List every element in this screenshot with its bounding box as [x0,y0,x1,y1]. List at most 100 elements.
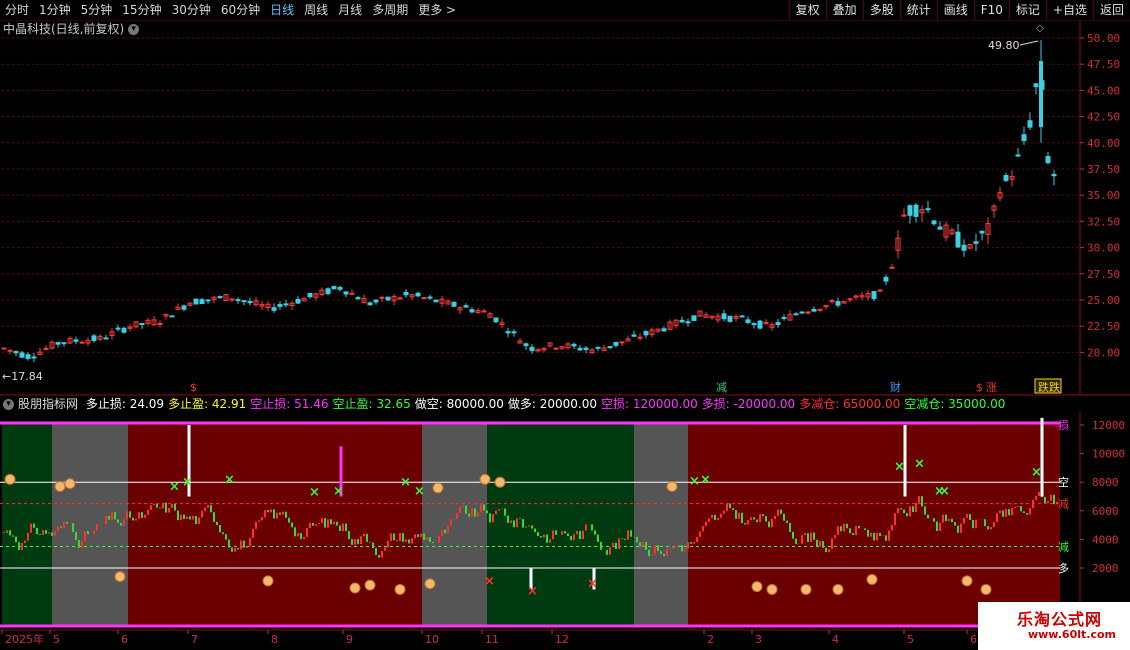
indicator-param: 空损: 120000.00 [600,397,698,411]
watermark-url: www.60lt.com [1027,628,1116,641]
candle-body [955,231,961,248]
watermark-title: 乐淘公式网 [1016,610,1102,629]
close-mark-icon: × [939,484,950,499]
candle-body [451,301,457,307]
candle-body [847,298,853,301]
date-tick-label: 2025年 [5,632,44,646]
candle-body [643,331,649,336]
high-price-label: 49.80 [988,39,1020,52]
candle-body [1039,61,1043,128]
candle-body [817,308,823,311]
candle-body [529,346,535,352]
candle-body [679,319,685,323]
candle-body [1027,120,1033,128]
date-tick-label: 11 [485,633,499,646]
candle-body [199,299,205,305]
price-tick-label: 20.00 [1087,346,1120,359]
candle-body [799,311,805,314]
zone-label: 多 [1058,561,1069,575]
indicator-zone [688,422,1060,626]
candle-body [421,297,427,300]
close-mark-icon: × [309,485,320,500]
candle-body [553,347,559,350]
candle-body [325,288,331,295]
event-marker: 财 [890,380,901,394]
date-tick-label: 3 [755,633,762,646]
candle-body [115,327,121,330]
indicator-zone [2,422,52,626]
candle-body [25,354,31,359]
hand-pointer-icon [64,478,76,490]
hand-pointer-icon [479,473,491,485]
candle-body [751,323,757,326]
candle-body [685,321,691,324]
hand-pointer-icon [800,583,812,595]
candle-body [745,319,751,324]
hand-pointer-icon [666,480,678,492]
candle-body [367,302,373,306]
candle-body [925,208,931,211]
candle-body [931,220,937,225]
candle-body [355,297,361,300]
close-mark-icon: × [1031,465,1042,480]
date-tick-label: 4 [832,633,839,646]
candle-body [1051,173,1057,177]
price-tick-label: 30.00 [1087,242,1120,255]
candle-body [157,322,163,325]
hand-pointer-icon [866,573,878,585]
candle-body [121,327,127,333]
price-tick-label: 27.50 [1087,268,1120,281]
candle-body [469,309,475,313]
indicator-param: 做多: 20000.00 [507,397,597,411]
candle-body [595,346,601,349]
close-mark-icon: × [700,472,711,487]
candle-body [43,347,49,350]
candle-body [91,335,97,342]
candle-body [661,328,667,332]
candle-body [13,351,19,354]
indicator-tick-label: 2000 [1092,562,1119,575]
hand-pointer-icon [394,583,406,595]
stop-mark-icon: × [484,574,495,589]
indicator-param: 做空: 80000.00 [414,397,504,411]
candle-body [1045,155,1051,164]
date-tick-label: 9 [346,633,353,646]
candle-body [811,308,817,312]
chevron-down-icon[interactable]: ▾ [3,399,14,410]
date-tick-label: 10 [425,633,439,646]
candle-body [31,356,37,359]
candle-body [523,343,529,347]
date-tick-label: 2 [707,633,714,646]
candle-body [349,292,355,295]
date-tick-label: 5 [53,633,60,646]
candle-body [139,322,145,326]
candle-body [1,347,7,350]
candle-body [337,287,343,290]
kline-chart: 50.00 47.50 45.00 42.50 40.00 37.50 35.00 32.50… [0,21,1130,646]
close-mark-icon: × [689,474,700,489]
candle-body [739,315,745,318]
hand-pointer-icon [54,480,66,492]
price-tick-label: 32.50 [1087,215,1120,228]
candle-body [295,298,301,304]
close-mark-icon: × [169,479,180,494]
price-tick-label: 22.50 [1087,320,1120,333]
hand-pointer-icon [766,583,778,595]
candle-body [397,297,403,300]
indicator-zone [128,422,422,626]
hand-pointer-icon [114,571,126,583]
candle-body [415,292,421,297]
indicator-zone [487,422,634,626]
candle-body [913,204,919,217]
candle-body [571,343,577,347]
candle-body [505,331,511,334]
close-mark-icon: × [894,459,905,474]
candle-body [883,276,889,282]
candle-body [1003,175,1009,181]
candle-body [241,300,247,303]
candle-body [79,341,85,344]
stop-mark-icon: × [587,577,598,592]
candle-body [805,311,811,314]
candle-body [511,331,517,334]
close-mark-icon: × [224,472,235,487]
